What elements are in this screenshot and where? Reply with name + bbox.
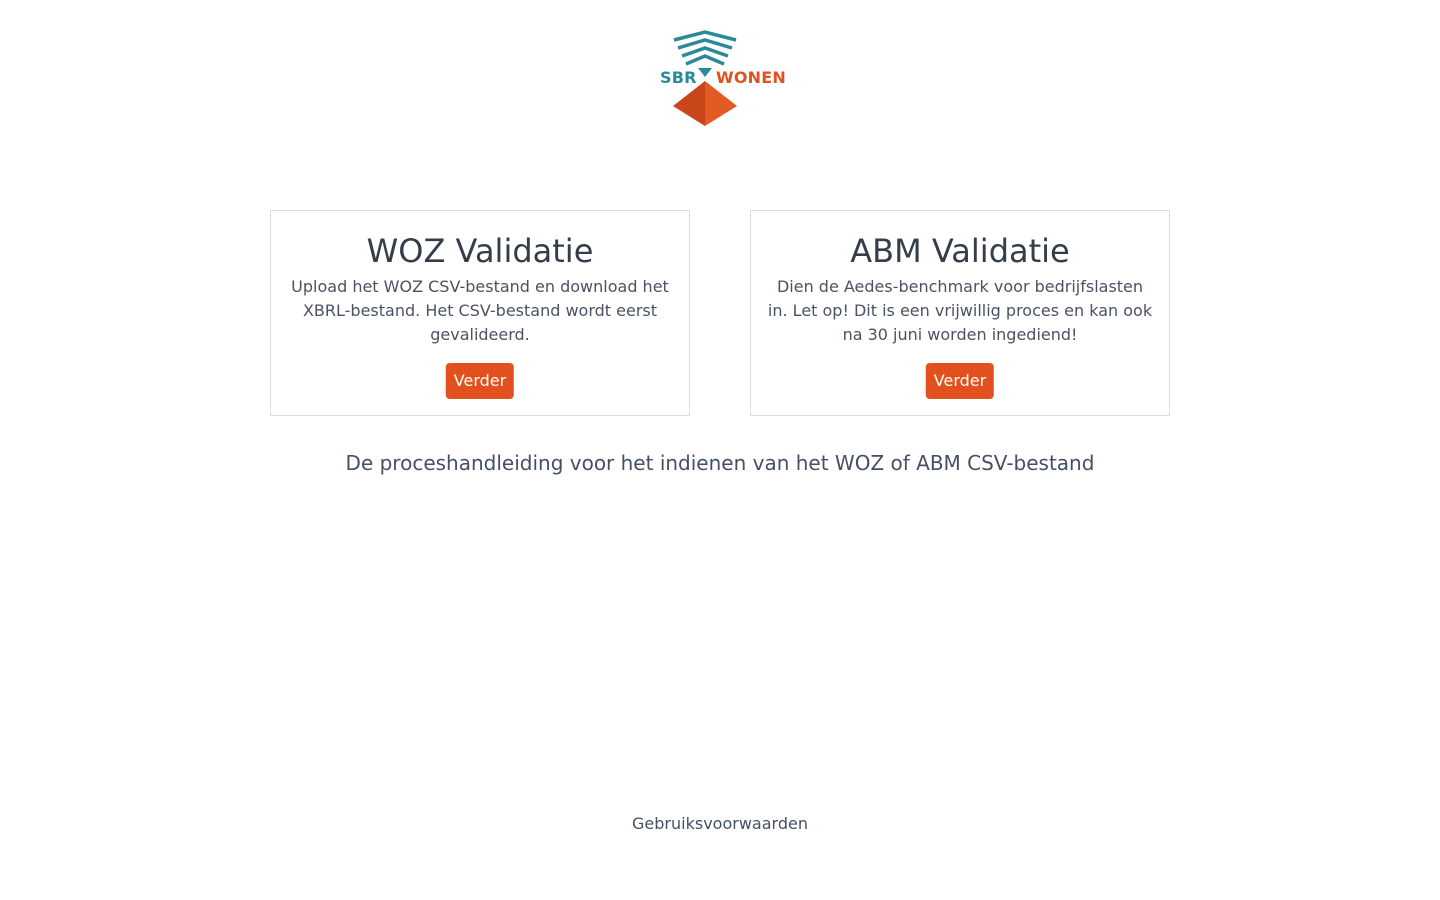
abm-verder-button[interactable]: Verder: [925, 363, 995, 399]
woz-card-description: Upload het WOZ CSV-bestand en download h…: [291, 277, 669, 344]
logo-word-sbr: SBR: [660, 68, 697, 87]
gebruiksvoorwaarden-link[interactable]: Gebruiksvoorwaarden: [632, 814, 808, 833]
sbr-wonen-logo[interactable]: SBR WONEN: [655, 28, 786, 130]
proceshandleiding-link[interactable]: De proceshandleiding voor het indienen v…: [0, 450, 1440, 476]
woz-validatie-card: WOZ Validatie Upload het WOZ CSV-bestand…: [270, 210, 690, 416]
woz-card-title: WOZ Validatie: [366, 232, 594, 270]
abm-validatie-card: ABM Validatie Dien de Aedes-benchmark vo…: [750, 210, 1170, 416]
logo-word-wonen: WONEN: [716, 68, 786, 87]
woz-verder-button[interactable]: Verder: [445, 363, 515, 399]
abm-card-title: ABM Validatie: [850, 232, 1070, 270]
footer: Gebruiksvoorwaarden: [0, 813, 1440, 835]
abm-card-description: Dien de Aedes-benchmark voor bedrijfslas…: [767, 277, 1153, 344]
